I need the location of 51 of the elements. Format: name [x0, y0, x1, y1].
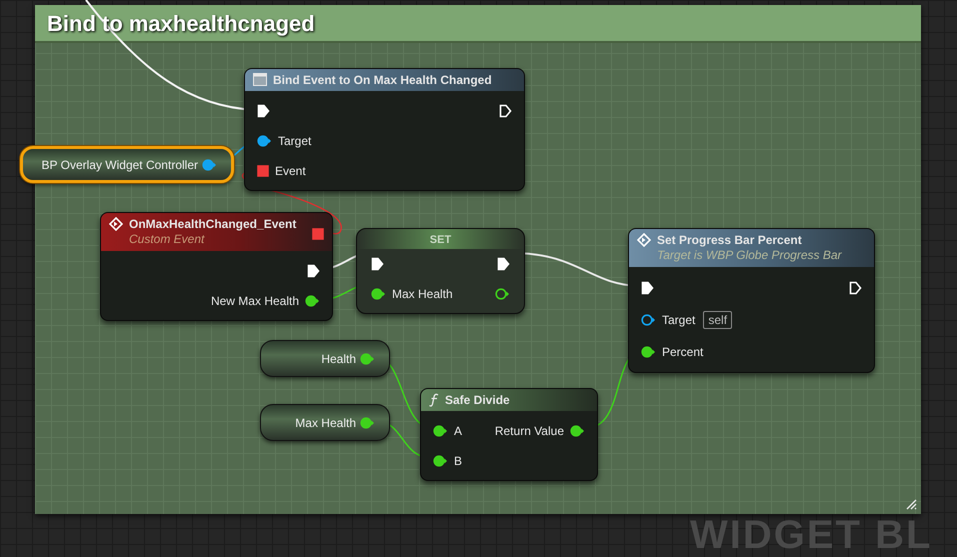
data-pin[interactable] — [360, 416, 375, 428]
node-title: Bind Event to On Max Health Changed — [273, 73, 492, 88]
pin-label: Target — [278, 133, 312, 150]
pin-label: Target — [662, 312, 696, 329]
variable-label: BP Overlay Widget Controller — [41, 156, 198, 174]
function-node[interactable]: Set Progress Bar Percent Target is WBP Globe Progress Bar Target self Percent — [628, 228, 875, 373]
variable-node[interactable]: Max Health — [260, 404, 390, 441]
pin-label: New Max Health — [210, 293, 299, 310]
data-pin[interactable] — [305, 295, 320, 307]
data-pin[interactable] — [257, 135, 272, 147]
default-value-field[interactable]: self — [703, 311, 732, 329]
data-pin[interactable] — [371, 288, 386, 300]
data-pin[interactable] — [360, 352, 375, 364]
variable-node[interactable]: Health — [260, 340, 390, 377]
node-title: Set Progress Bar Percent — [657, 233, 803, 248]
node-subtitle: Target is WBP Globe Progress Bar — [657, 248, 842, 263]
set-node[interactable]: SET Max Health — [356, 228, 525, 314]
diamond-arrow-icon — [637, 233, 651, 247]
event-node[interactable]: OnMaxHealthChanged_Event Custom Event New Max Health — [100, 212, 333, 321]
pure-node[interactable]: Safe Divide A Return Value B — [420, 388, 598, 481]
node-title: Safe Divide — [445, 393, 510, 408]
node-title: SET — [430, 233, 452, 247]
resize-handle-icon[interactable] — [905, 498, 917, 510]
pin-label: B — [454, 453, 462, 470]
exec-pin[interactable] — [849, 281, 862, 295]
pin-label: Percent — [662, 344, 704, 361]
variable-label: Max Health — [295, 414, 356, 432]
pin-label: Event — [275, 163, 306, 180]
variable-node[interactable]: BP Overlay Widget Controller — [20, 146, 234, 183]
exec-pin[interactable] — [641, 281, 654, 295]
exec-pin[interactable] — [497, 257, 510, 271]
exec-pin[interactable] — [307, 264, 320, 278]
variable-label: Health — [321, 350, 356, 368]
data-pin[interactable] — [433, 455, 448, 467]
diamond-arrow-icon — [109, 217, 123, 231]
data-pin[interactable] — [433, 425, 448, 437]
node-subtitle: Custom Event — [129, 232, 206, 247]
data-pin[interactable] — [641, 346, 656, 358]
node-title: OnMaxHealthChanged_Event — [129, 217, 296, 232]
data-pin[interactable] — [495, 288, 510, 300]
exec-pin[interactable] — [257, 104, 270, 118]
data-pin[interactable] — [570, 425, 585, 437]
function-f-icon — [429, 393, 439, 407]
window-icon — [253, 73, 267, 86]
bind-node[interactable]: Bind Event to On Max Health Changed Target Event — [244, 68, 525, 191]
data-pin[interactable] — [641, 314, 656, 326]
exec-pin[interactable] — [499, 104, 512, 118]
pin-label: A — [454, 423, 462, 440]
pin-label: Max Health — [392, 286, 453, 303]
exec-pin[interactable] — [371, 257, 384, 271]
pin-label: Return Value — [494, 423, 564, 440]
